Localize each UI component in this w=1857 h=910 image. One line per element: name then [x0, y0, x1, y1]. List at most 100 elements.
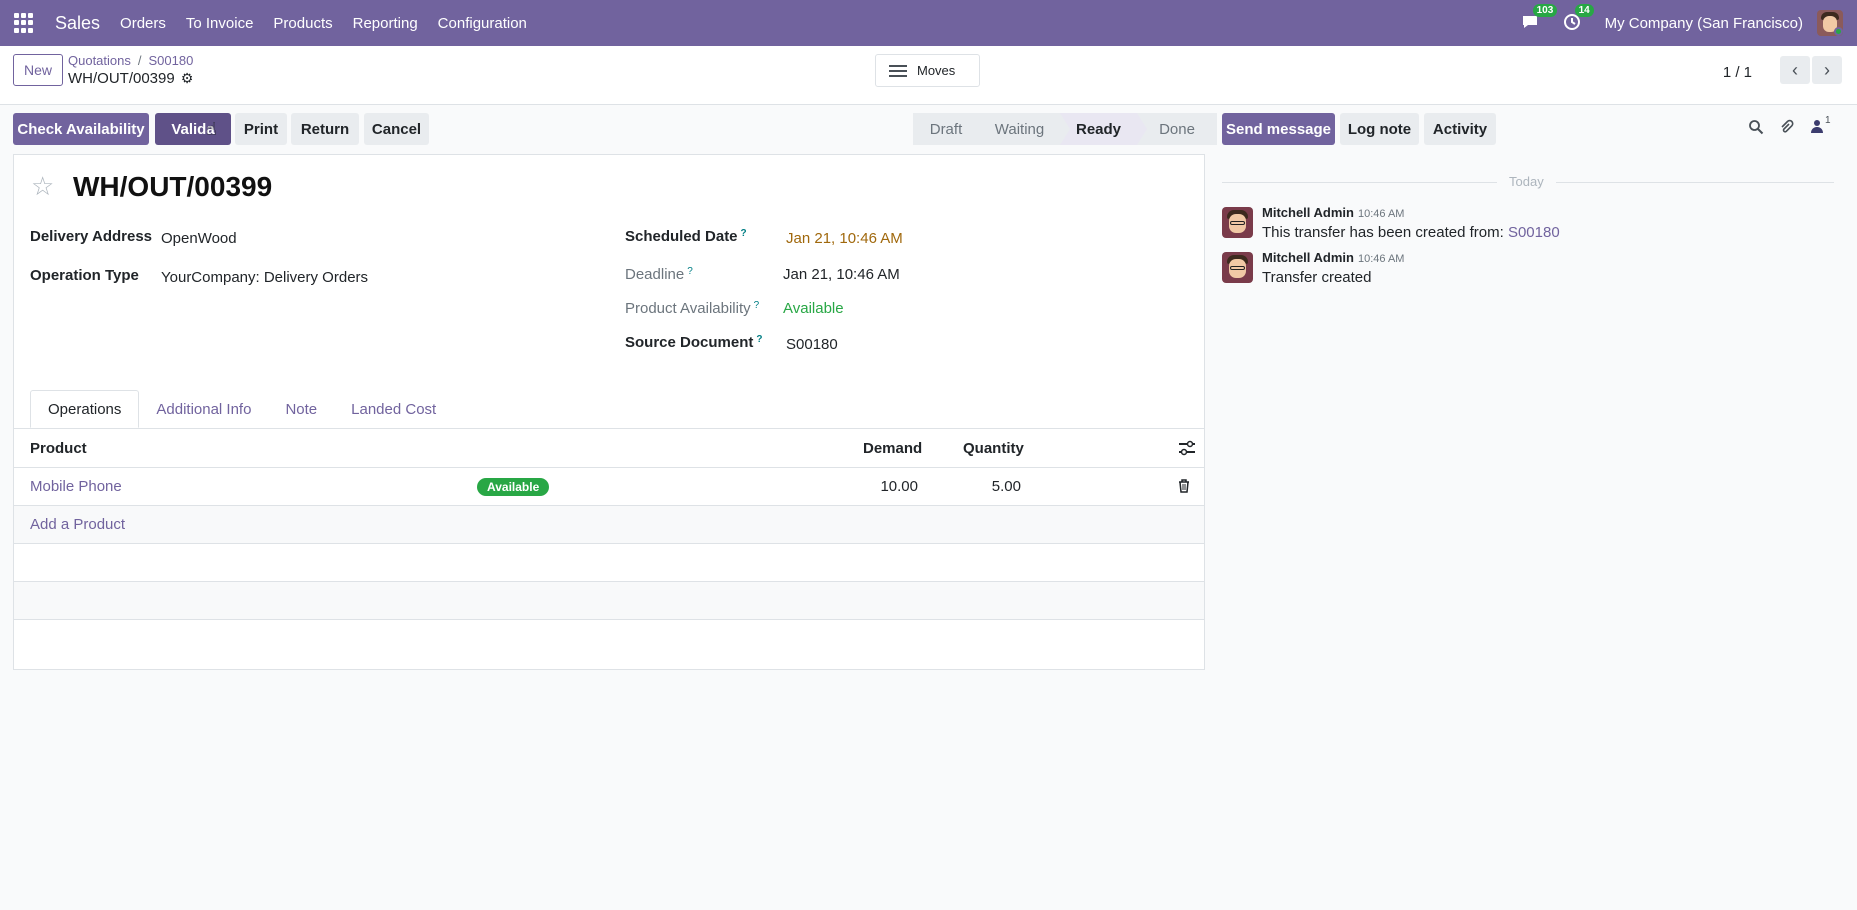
stage-draft-label: Draft — [929, 120, 963, 138]
column-demand[interactable]: Demand — [863, 440, 922, 457]
print-button[interactable]: Print — [235, 113, 287, 145]
message-author[interactable]: Mitchell Admin 10:46 AM — [1262, 205, 1404, 220]
record-name-text: WH/OUT/00399 — [68, 70, 175, 87]
product-availability-label: Product Availability? — [625, 300, 760, 317]
send-message-button[interactable]: Send message — [1222, 113, 1335, 145]
menu-to-invoice[interactable]: To Invoice — [186, 15, 254, 32]
help-icon[interactable]: ? — [687, 266, 693, 277]
stage-waiting[interactable]: Waiting — [979, 113, 1070, 145]
help-icon[interactable]: ? — [756, 334, 762, 345]
paperclip-icon[interactable] — [1778, 119, 1794, 135]
add-line-row: Add a Product — [14, 506, 1204, 544]
optional-columns-icon[interactable] — [1178, 440, 1196, 456]
quantity-value[interactable]: 5.00 — [992, 478, 1021, 495]
breadcrumb-order[interactable]: S00180 — [149, 53, 194, 68]
stage-ready[interactable]: Ready — [1060, 113, 1147, 145]
validate-button[interactable]: Valida — [155, 113, 231, 145]
company-switcher[interactable]: My Company (San Francisco) — [1605, 15, 1803, 32]
column-quantity[interactable]: Quantity — [963, 440, 1024, 457]
activities-count-badge: 14 — [1574, 4, 1594, 17]
stage-done-label: Done — [1159, 120, 1195, 138]
new-button[interactable]: New — [13, 54, 63, 86]
breadcrumb: Quotations / S00180 — [68, 53, 194, 68]
pager-value[interactable]: 1 / 1 — [1723, 64, 1752, 81]
delivery-address-value[interactable]: OpenWood — [161, 230, 237, 247]
tab-landed-cost[interactable]: Landed Cost — [334, 390, 453, 428]
scheduled-date-label: Scheduled Date? — [625, 228, 747, 245]
star-icon[interactable]: ☆ — [31, 171, 54, 202]
stage-done[interactable]: Done — [1137, 113, 1217, 145]
message-author[interactable]: Mitchell Admin 10:46 AM — [1262, 250, 1404, 265]
cancel-button[interactable]: Cancel — [364, 113, 429, 145]
empty-row — [14, 544, 1204, 582]
return-button[interactable]: Return — [291, 113, 359, 145]
menu-configuration[interactable]: Configuration — [438, 15, 527, 32]
status-badge: Available — [477, 478, 550, 496]
operation-type-label: Operation Type — [30, 267, 139, 284]
add-product-link[interactable]: Add a Product — [30, 516, 125, 533]
mouse-pointer-icon: ☝ — [206, 119, 217, 139]
pager-next-button[interactable]: › — [1812, 56, 1842, 84]
menu-orders[interactable]: Orders — [120, 15, 166, 32]
chevron-right-icon: › — [1824, 59, 1830, 80]
delivery-address-label: Delivery Address — [30, 228, 153, 245]
search-icon[interactable] — [1748, 119, 1764, 135]
notebook-tabs: Operations Additional Info Note Landed C… — [30, 390, 453, 428]
activities-button[interactable]: 14 — [1563, 4, 1594, 33]
breadcrumb-quotations[interactable]: Quotations — [68, 53, 131, 68]
list-icon — [889, 62, 907, 80]
message-time: 10:46 AM — [1357, 253, 1405, 265]
date-separator: Today — [1497, 174, 1556, 189]
tab-additional-info[interactable]: Additional Info — [139, 390, 268, 428]
table-header: Product Demand Quantity — [14, 429, 1204, 468]
pager-previous-button[interactable]: ‹ — [1780, 56, 1810, 84]
moves-smart-button[interactable]: Moves — [875, 54, 980, 87]
message-body: This transfer has been created from: S00… — [1262, 224, 1560, 241]
scheduled-date-value[interactable]: Jan 21, 10:46 AM — [786, 230, 903, 247]
menu-reporting[interactable]: Reporting — [353, 15, 418, 32]
moves-label: Moves — [917, 63, 956, 78]
app-name[interactable]: Sales — [55, 13, 100, 34]
demand-value: 10.00 — [880, 478, 918, 495]
product-name[interactable]: Mobile Phone — [30, 478, 122, 495]
trash-icon[interactable] — [1178, 479, 1190, 493]
author-avatar[interactable] — [1222, 207, 1253, 238]
empty-row — [14, 582, 1204, 620]
product-availability-value: Available — [783, 300, 844, 317]
gear-icon[interactable]: ⚙ — [181, 70, 194, 87]
help-icon[interactable]: ? — [741, 228, 747, 239]
author-avatar[interactable] — [1222, 252, 1253, 283]
top-navbar: Sales Orders To Invoice Products Reporti… — [0, 0, 1857, 46]
operation-type-value[interactable]: YourCompany: Delivery Orders — [161, 269, 368, 286]
followers-count: 1 — [1825, 115, 1831, 126]
messaging-button[interactable]: 103 — [1521, 4, 1558, 33]
tab-note[interactable]: Note — [268, 390, 334, 428]
activity-button[interactable]: Activity — [1424, 113, 1496, 145]
menu-products[interactable]: Products — [273, 15, 332, 32]
app-menu-icon[interactable] — [14, 13, 34, 33]
message-body: Transfer created — [1262, 269, 1372, 286]
source-document-value[interactable]: S00180 — [786, 336, 838, 353]
user-avatar[interactable] — [1817, 10, 1843, 36]
stage-waiting-label: Waiting — [994, 120, 1045, 138]
help-icon[interactable]: ? — [754, 300, 760, 311]
status-bar: Draft Waiting Ready Done — [913, 113, 1217, 145]
user-icon — [1811, 120, 1823, 133]
log-note-button[interactable]: Log note — [1340, 113, 1419, 145]
deadline-value: Jan 21, 10:46 AM — [783, 266, 900, 283]
message-time: 10:46 AM — [1357, 208, 1405, 220]
stage-ready-label: Ready — [1075, 120, 1122, 138]
deadline-label: Deadline? — [625, 266, 693, 283]
record-title: WH/OUT/00399 — [73, 171, 273, 202]
check-availability-button[interactable]: Check Availability — [13, 113, 149, 145]
table-row[interactable]: Mobile Phone Available 10.00 5.00 — [14, 468, 1204, 506]
tab-operations[interactable]: Operations — [30, 390, 140, 428]
stage-draft[interactable]: Draft — [913, 113, 989, 145]
chevron-left-icon: ‹ — [1792, 59, 1798, 80]
messages-count-badge: 103 — [1532, 4, 1558, 17]
record-name: WH/OUT/00399 ⚙ — [68, 70, 193, 87]
followers-button[interactable]: 1 — [1811, 115, 1831, 133]
column-product[interactable]: Product — [30, 440, 87, 457]
source-order-link[interactable]: S00180 — [1508, 224, 1560, 241]
source-document-label: Source Document? — [625, 334, 763, 351]
